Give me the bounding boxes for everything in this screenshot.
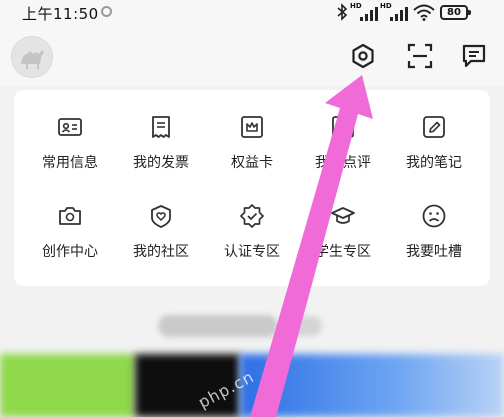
grid-item-my-notes[interactable]: 我的笔记	[390, 114, 478, 184]
id-card-icon	[58, 118, 82, 136]
function-grid-card: 常用信息 我的发票 权益卡 我的点评 我的笔记 创作中心 我的社区 认证专区 学…	[14, 90, 490, 286]
battery-indicator: 80	[440, 5, 471, 20]
grid-item-label: 权益卡	[231, 155, 273, 171]
battery-level: 80	[447, 7, 461, 18]
grid-item-label: 我的社区	[133, 244, 189, 260]
settings-hexagon-icon[interactable]	[349, 42, 377, 70]
verified-badge-icon	[240, 204, 264, 228]
grid-item-label: 我要吐槽	[406, 244, 462, 260]
grid-item-student-zone[interactable]: 学生专区	[299, 203, 387, 273]
sad-face-icon	[422, 204, 446, 228]
sync-icon	[101, 6, 112, 17]
grid-item-label: 我的点评	[315, 155, 371, 171]
scan-icon[interactable]	[406, 42, 434, 70]
grid-item-label: 我的笔记	[406, 155, 462, 171]
grid-item-my-invoices[interactable]: 我的发票	[117, 114, 205, 184]
pen-note-icon	[423, 116, 445, 138]
avatar[interactable]	[11, 36, 53, 78]
crown-card-icon	[241, 116, 263, 138]
blurred-banner-green[interactable]	[0, 354, 135, 417]
top-bar	[0, 26, 504, 86]
grid-item-my-reviews[interactable]: 我的点评	[299, 114, 387, 184]
grid-item-label: 认证专区	[224, 244, 280, 260]
grid-item-label: 我的发票	[133, 155, 189, 171]
wifi-icon	[413, 4, 435, 21]
blurred-section-tag	[286, 316, 322, 336]
receipt-icon	[152, 116, 170, 138]
message-icon[interactable]	[460, 42, 488, 70]
grid-item-label: 创作中心	[42, 244, 98, 260]
blurred-banner-blue[interactable]	[240, 354, 504, 417]
community-icon	[151, 205, 171, 228]
status-time: 上午11:50	[22, 5, 99, 23]
camera-icon	[59, 207, 81, 225]
camel-avatar-icon	[21, 50, 44, 69]
grid-item-my-community[interactable]: 我的社区	[117, 203, 205, 273]
grid-item-benefit-card[interactable]: 权益卡	[208, 114, 296, 184]
grid-item-label: 常用信息	[42, 155, 98, 171]
status-bar: 上午11:50 HD HD 80	[0, 0, 504, 26]
graduation-cap-icon	[331, 207, 355, 224]
grid-item-certification-zone[interactable]: 认证专区	[208, 203, 296, 273]
bluetooth-icon	[337, 3, 348, 21]
blurred-section-title	[158, 315, 278, 337]
grid-item-creator-center[interactable]: 创作中心	[26, 203, 114, 273]
grid-item-feedback[interactable]: 我要吐槽	[390, 203, 478, 273]
grid-item-label: 学生专区	[315, 244, 371, 260]
review-icon	[332, 116, 354, 138]
grid-item-common-info[interactable]: 常用信息	[26, 114, 114, 184]
